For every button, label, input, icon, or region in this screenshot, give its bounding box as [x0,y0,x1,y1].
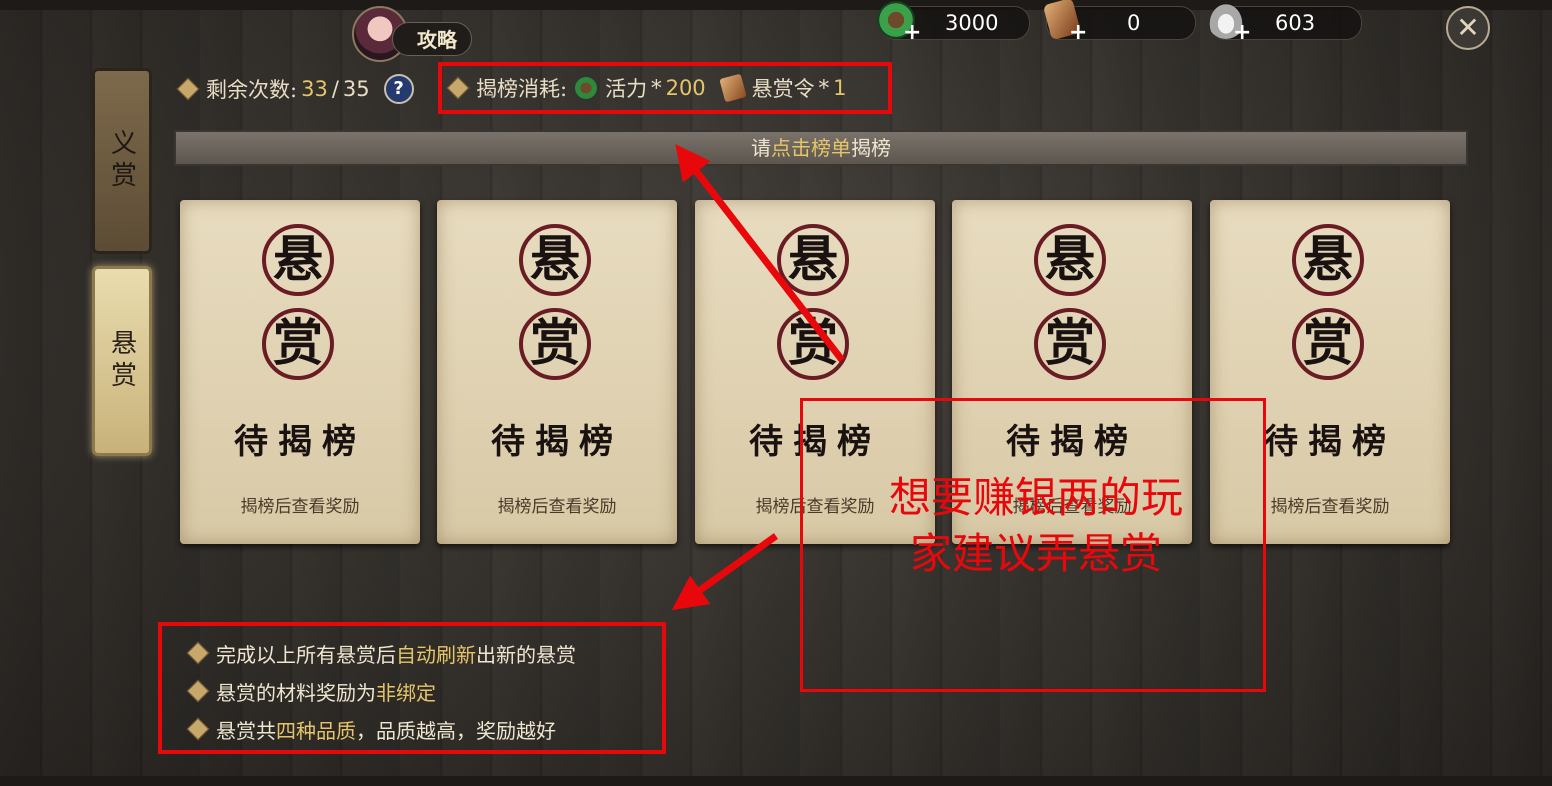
jade-value: 3000 [945,11,999,35]
seal-bottom: 赏 [1034,308,1106,380]
cost-info: 揭榜消耗: 活力 * 200 悬赏令 * 1 [438,62,892,114]
guide-button[interactable]: 攻略 [352,6,472,62]
cost-amount2: 1 [833,76,847,100]
remaining-sep: / [331,77,339,101]
cost-mult2: * [818,76,830,100]
rule-pre: 完成以上所有悬赏后 [216,642,396,667]
card-state: 待揭榜 [234,422,366,462]
seal-bottom: 赏 [777,308,849,380]
diamond-bullet-icon [186,717,210,741]
cost-label: 揭榜消耗: [476,77,568,101]
cost-mult1: * [651,76,662,100]
diamond-bullet-icon [186,679,210,703]
rule-item: 完成以上所有悬赏后 自动刷新 出新的悬赏 [186,634,662,672]
seal-top: 悬 [1292,224,1364,296]
seal-bottom: 赏 [262,308,334,380]
guide-label: 攻略 [392,22,472,56]
remaining-label: 剩余次数: [206,78,298,102]
rule-post: 出新的悬赏 [476,642,576,667]
instruction-banner: 请点击榜单揭榜 [174,130,1468,166]
banner-post: 揭榜 [851,136,891,160]
cost-item1: 活力 [605,77,648,101]
seal-top: 悬 [777,224,849,296]
add-silver-icon[interactable]: + [1233,17,1251,49]
banner-pre: 请 [751,136,771,160]
tab-xuanshang[interactable]: 悬赏 [92,266,152,456]
rule-highlight: 非绑定 [376,680,436,705]
remaining-total: 35 [342,77,370,101]
annotation-line1: 想要赚银两的玩 [888,473,1183,522]
card-state: 待揭榜 [491,422,623,462]
rule-highlight: 自动刷新 [396,642,476,667]
rules-list: 完成以上所有悬赏后 自动刷新 出新的悬赏 悬赏的材料奖励为 非绑定 悬赏共 四种品质 ，品… [158,622,666,754]
diamond-bullet-icon [186,641,210,665]
bounty-card[interactable]: 悬 赏 待揭榜 揭榜后查看奖励 [180,200,420,544]
bounty-token-icon [718,73,747,103]
bounty-token-value: 0 [1127,11,1141,35]
rule-post: ，品质越高，奖励越好 [356,718,556,743]
card-hint: 揭榜后查看奖励 [240,497,360,517]
currency-silver[interactable]: + 603 [1207,1,1362,45]
remaining-used: 33 [301,77,328,101]
close-button[interactable]: ✕ [1446,6,1490,50]
seal-top: 悬 [262,224,334,296]
close-icon: ✕ [1456,11,1480,44]
rule-pre: 悬赏的材料奖励为 [216,680,376,705]
rule-pre: 悬赏共 [216,718,276,743]
currency-bounty-token[interactable]: + 0 [1042,0,1196,45]
silver-value: 603 [1275,11,1316,35]
vitality-icon [575,77,598,99]
seal-top: 悬 [519,224,591,296]
seal-bottom: 赏 [1292,308,1364,380]
banner-highlight: 点击榜单 [771,136,851,160]
tab-yishang[interactable]: 义赏 [92,68,152,254]
cost-item2: 悬赏令 [751,77,815,101]
annotation-text: 想要赚银两的玩 家建议弄悬赏 [816,470,1256,582]
seal-bottom: 赏 [519,308,591,380]
cost-amount1: 200 [665,76,706,100]
currency-jade[interactable]: + 3000 [877,1,1030,45]
seal-top: 悬 [1034,224,1106,296]
diamond-bullet-icon [446,76,470,100]
diamond-bullet-icon [176,77,200,101]
bottom-frame [0,776,1552,786]
rule-highlight: 四种品质 [276,718,356,743]
add-bounty-token-icon[interactable]: + [1069,17,1087,49]
add-jade-icon[interactable]: + [903,17,921,49]
help-button[interactable]: ? [383,74,414,104]
bounty-card[interactable]: 悬 赏 待揭榜 揭榜后查看奖励 [437,200,677,544]
annotation-line2: 家建议弄悬赏 [909,529,1162,578]
remaining-count: 剩余次数: 33/35 ? [176,74,414,104]
rule-item: 悬赏共 四种品质 ，品质越高，奖励越好 [186,710,662,748]
card-hint: 揭榜后查看奖励 [497,497,617,517]
rule-item: 悬赏的材料奖励为 非绑定 [186,672,662,710]
